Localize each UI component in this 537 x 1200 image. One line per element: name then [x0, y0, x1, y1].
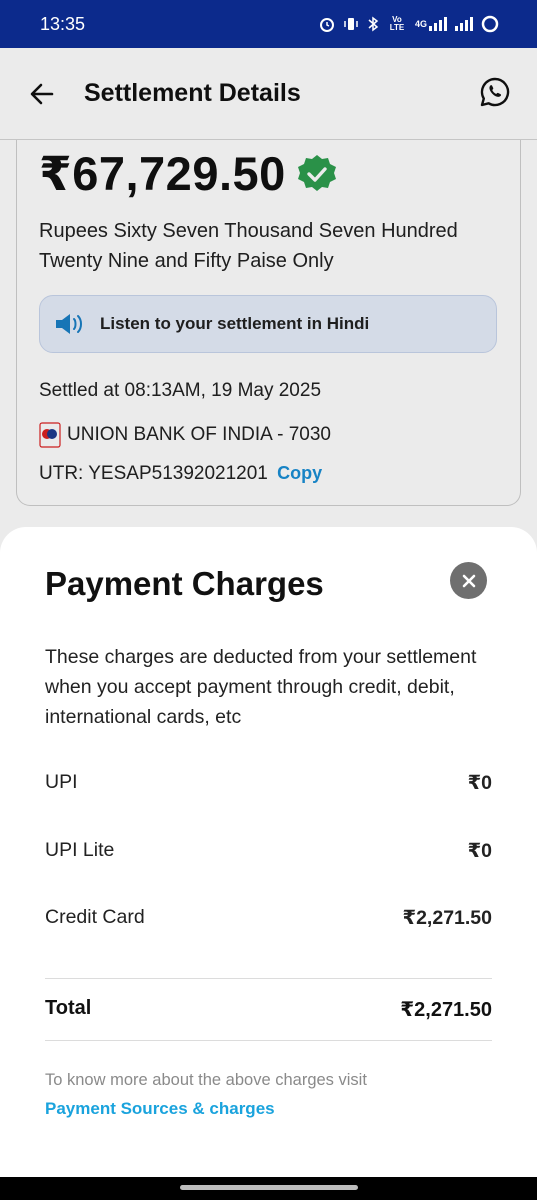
more-info-text: To know more about the above charges vis… — [45, 1071, 367, 1089]
charge-value: ₹0 — [467, 840, 492, 862]
status-icons: Vo LTE 4G — [319, 15, 499, 33]
charge-row-upi-lite: UPI Lite ₹0 — [45, 839, 492, 863]
system-nav-bar — [0, 1177, 537, 1200]
charge-row-total: Total ₹2,271.50 — [45, 997, 492, 1022]
alarm-icon — [319, 16, 335, 32]
battery-icon — [481, 15, 499, 33]
charge-value: ₹0 — [467, 772, 492, 794]
sheet-description: These charges are deducted from your set… — [45, 646, 477, 728]
volte-icon: Vo LTE — [389, 15, 405, 32]
network-type-label: 4G — [414, 19, 427, 29]
charge-value: ₹2,271.50 — [402, 907, 492, 929]
divider — [45, 1040, 492, 1041]
close-button[interactable] — [450, 562, 487, 599]
close-icon — [462, 574, 475, 587]
charge-label: UPI Lite — [45, 839, 115, 861]
charge-label: Credit Card — [45, 906, 145, 928]
payment-sources-link[interactable]: Payment Sources & charges — [45, 1099, 275, 1119]
divider — [45, 978, 492, 979]
status-time: 13:35 — [40, 13, 86, 34]
charge-row-credit-card: Credit Card ₹2,271.50 — [45, 906, 492, 930]
status-bar: 13:35 Vo LTE 4G — [0, 0, 537, 48]
signal-bars-2 — [455, 17, 473, 31]
network-type-icon: 4G — [415, 17, 447, 31]
charge-label: UPI — [45, 771, 78, 793]
payment-charges-sheet: Payment Charges These charges are deduct… — [0, 527, 537, 1177]
sheet-title: Payment Charges — [45, 565, 324, 602]
total-value: ₹2,271.50 — [400, 999, 492, 1021]
vibrate-icon — [343, 16, 359, 32]
home-gesture-handle[interactable] — [180, 1185, 358, 1190]
bluetooth-icon — [367, 16, 379, 32]
total-label: Total — [45, 997, 92, 1019]
charge-row-upi: UPI ₹0 — [45, 771, 492, 795]
signal-bars-1 — [429, 17, 447, 31]
